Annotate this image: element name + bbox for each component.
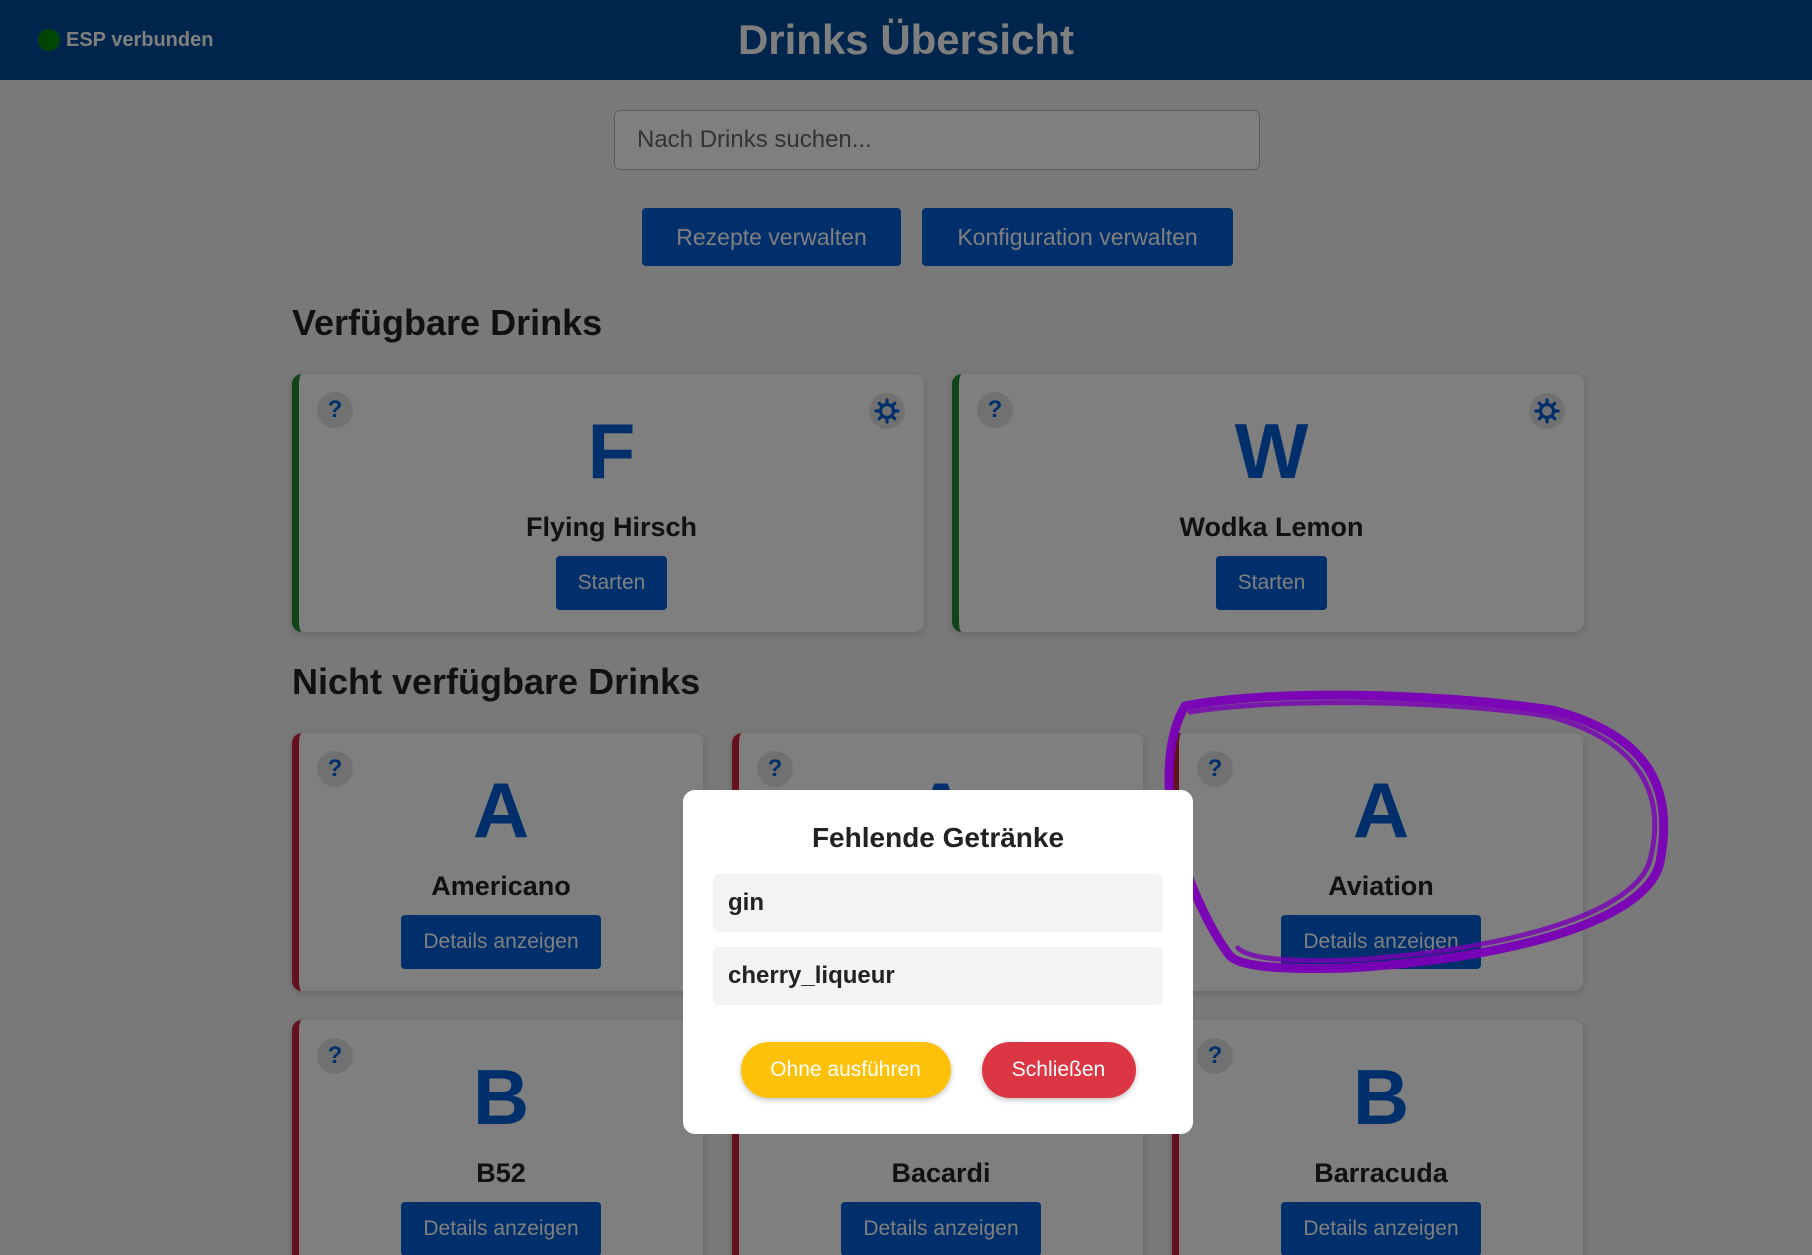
close-button[interactable]: Schließen (981, 1042, 1136, 1098)
modal-title: Fehlende Getränke (811, 822, 1065, 853)
modal-actions: Ohne ausführen Schließen (740, 1042, 1136, 1098)
missing-drinks-modal: Fehlende Getränke gin cherry_liqueur Ohn… (683, 790, 1193, 1134)
list-item: cherry_liqueur (713, 947, 1163, 1005)
list-item: gin (713, 874, 1163, 932)
run-anyway-button[interactable]: Ohne ausführen (740, 1042, 951, 1098)
page: ESP verbunden Drinks Übersicht Rezepte v… (0, 0, 1812, 1255)
missing-ingredients-list: gin cherry_liqueur (713, 874, 1163, 1020)
